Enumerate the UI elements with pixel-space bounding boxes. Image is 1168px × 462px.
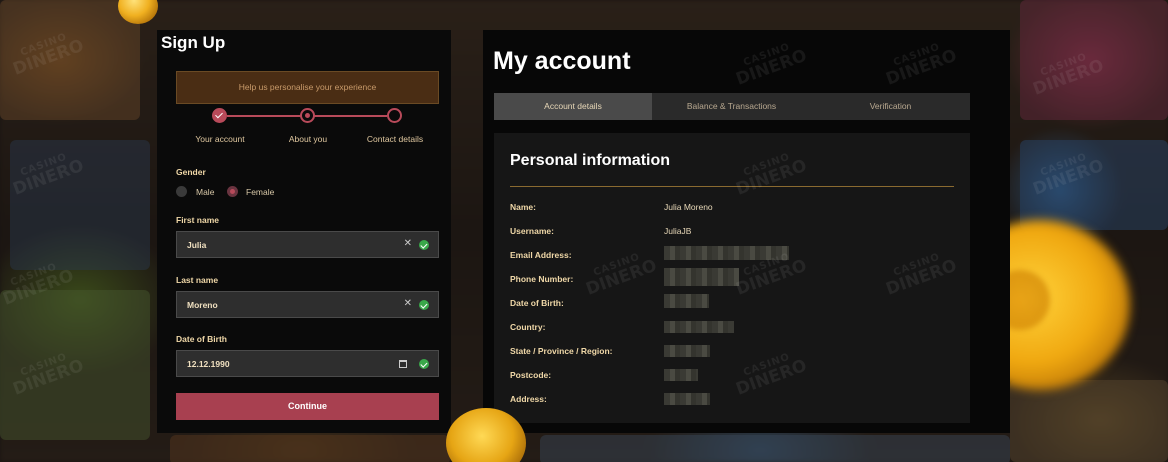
background-tile [0, 0, 140, 120]
info-row-name: Name: Julia Moreno [510, 202, 950, 214]
background-tile [0, 290, 150, 440]
gender-female-radio[interactable] [227, 186, 238, 197]
pixelated-redaction [664, 294, 709, 308]
step-your-account-indicator [212, 108, 227, 123]
info-row-dob: Date of Birth: [510, 294, 950, 310]
step-label-contact-details: Contact details [366, 134, 424, 144]
info-row-country: Country: [510, 321, 950, 334]
info-value: JuliaJB [664, 226, 692, 236]
step-about-you-indicator [300, 108, 315, 123]
background-tile [1010, 380, 1168, 462]
info-label: Username: [510, 226, 554, 236]
check-icon [419, 240, 429, 250]
info-label: Name: [510, 202, 536, 212]
info-label: Date of Birth: [510, 298, 564, 308]
pixelated-redaction [664, 345, 710, 357]
info-row-address: Address: [510, 393, 950, 406]
continue-button[interactable]: Continue [176, 393, 439, 420]
step-label-about-you: About you [288, 134, 328, 144]
clear-icon[interactable]: ✕ [404, 298, 412, 309]
step-label-your-account: Your account [195, 134, 245, 144]
gender-male-label[interactable]: Male [196, 187, 214, 197]
info-row-email: Email Address: [510, 246, 950, 262]
pixelated-redaction [664, 268, 739, 286]
my-account-panel: My account Account details Balance & Tra… [483, 30, 1010, 433]
signup-panel: Sign Up Help us personalise your experie… [157, 30, 451, 433]
info-row-phone: Phone Number: [510, 268, 950, 286]
check-icon [419, 359, 429, 369]
section-title: Personal information [510, 152, 671, 169]
info-label: State / Province / Region: [510, 346, 613, 356]
clear-icon[interactable]: ✕ [404, 238, 412, 249]
background-tile [170, 435, 450, 462]
account-tabs: Account details Balance & Transactions V… [494, 93, 970, 120]
last-name-input[interactable]: Moreno ✕ [176, 291, 439, 318]
tab-verification[interactable]: Verification [811, 93, 970, 120]
tab-account-details[interactable]: Account details [494, 93, 652, 120]
info-label: Postcode: [510, 370, 552, 380]
gender-label: Gender [176, 167, 206, 177]
first-name-label: First name [176, 215, 219, 225]
background-tile [540, 435, 1010, 462]
info-label: Country: [510, 322, 546, 332]
info-label: Address: [510, 394, 547, 404]
pixelated-redaction [664, 321, 734, 333]
info-row-username: Username: JuliaJB [510, 226, 950, 238]
gender-male-radio[interactable] [176, 186, 187, 197]
first-name-value: Julia [187, 240, 207, 250]
personal-info-card: Personal information Name: Julia Moreno … [494, 133, 970, 423]
calendar-icon[interactable] [399, 360, 407, 368]
last-name-value: Moreno [187, 300, 218, 310]
tab-balance-transactions[interactable]: Balance & Transactions [652, 93, 811, 120]
check-icon [419, 300, 429, 310]
gender-female-label[interactable]: Female [246, 187, 274, 197]
pixelated-redaction [664, 393, 710, 405]
pixelated-redaction [664, 246, 789, 260]
info-row-postcode: Postcode: [510, 369, 950, 382]
watermark: CASINODINERO [733, 41, 810, 90]
dob-value: 12.12.1990 [187, 359, 230, 369]
info-value: Julia Moreno [664, 202, 713, 212]
info-label: Email Address: [510, 250, 572, 260]
info-label: Phone Number: [510, 274, 574, 284]
dob-label: Date of Birth [176, 334, 227, 344]
background-tile [10, 140, 150, 270]
pixelated-redaction [664, 369, 698, 381]
background-tile [1020, 0, 1168, 120]
signup-title: Sign Up [161, 33, 226, 52]
background-tile [1020, 140, 1168, 230]
info-row-region: State / Province / Region: [510, 345, 950, 358]
step-contact-details-indicator [387, 108, 402, 123]
watermark: CASINODINERO [883, 41, 960, 90]
dob-input[interactable]: 12.12.1990 [176, 350, 439, 377]
page-title: My account [493, 47, 631, 75]
first-name-input[interactable]: Julia ✕ [176, 231, 439, 258]
last-name-label: Last name [176, 275, 219, 285]
divider [510, 186, 954, 187]
personalise-hint: Help us personalise your experience [176, 71, 439, 104]
